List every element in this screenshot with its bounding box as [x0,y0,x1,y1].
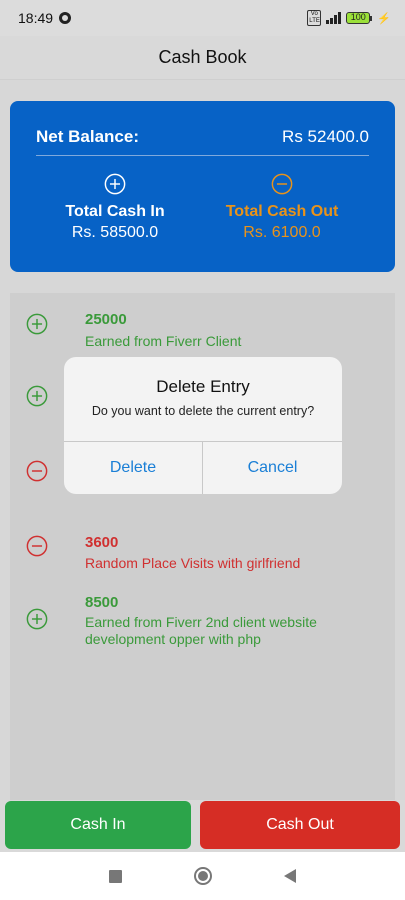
plus-circle-icon [26,385,48,407]
total-cash-out-label: Total Cash Out [225,203,339,220]
divider [36,155,369,156]
status-right: Vo LTE 100 ⚡ [307,10,391,26]
system-nav-bar [0,852,405,900]
charging-icon: ⚡ [377,12,391,25]
net-balance-value: Rs 52400.0 [282,127,369,146]
entry-amount: 8500 [85,594,119,611]
battery-icon: 100 [346,12,373,24]
signal-icon [326,12,342,24]
minus-circle-icon [271,173,293,195]
entry-description: Earned from Fiverr 2nd client website de… [85,614,317,647]
delete-entry-dialog: Delete Entry Do you want to delete the c… [64,357,342,494]
list-item[interactable]: 25000 Earned from Fiverr Client [10,311,395,361]
minus-circle-icon [26,535,48,557]
app-header: Cash Book [0,36,405,80]
list-item[interactable]: 3600 Random Place Visits with girlfriend [10,534,395,574]
total-cash-in: Total Cash In Rs. 58500.0 [25,173,205,242]
status-bar: 18:49 Vo LTE 100 ⚡ [0,0,405,36]
delete-button[interactable]: Delete [64,442,202,494]
entry-amount: 3600 [85,534,119,551]
plus-circle-icon [26,608,48,630]
entry-amount: 25000 [85,311,127,328]
status-time: 18:49 [18,10,54,26]
list-item[interactable]: 8500 Earned from Fiverr 2nd client websi… [10,594,395,654]
home-icon[interactable] [194,867,212,885]
summary-card: Net Balance: Rs 52400.0 Total Cash In Rs… [10,101,395,272]
volte-icon: Vo LTE [307,10,322,26]
cash-out-button[interactable]: Cash Out [200,801,400,849]
status-left: 18:49 [18,10,72,26]
battery-level: 100 [346,12,371,24]
bottom-action-bar: Cash In Cash Out [0,800,405,852]
entry-description: Random Place Visits with girlfriend [85,555,301,571]
plus-circle-icon [26,313,48,335]
entry-description: Earned from Fiverr Client [85,333,242,349]
recents-icon[interactable] [109,869,122,883]
total-cash-in-value: Rs. 58500.0 [71,224,159,241]
total-cash-out-value: Rs. 6100.0 [243,224,321,241]
notification-icon [59,12,72,24]
plus-circle-icon [104,173,126,195]
cash-in-button[interactable]: Cash In [5,801,191,849]
total-cash-in-label: Total Cash In [65,203,165,220]
net-balance-row: Net Balance: Rs 52400.0 [36,127,369,147]
total-cash-out: Total Cash Out Rs. 6100.0 [192,173,372,242]
dialog-title: Delete Entry [156,377,250,396]
dialog-message: Do you want to delete the current entry? [91,404,315,418]
cancel-button[interactable]: Cancel [203,442,342,494]
net-balance-label: Net Balance: [36,127,139,146]
back-icon[interactable] [284,869,296,883]
minus-circle-icon [26,460,48,482]
page-title: Cash Book [158,47,247,67]
